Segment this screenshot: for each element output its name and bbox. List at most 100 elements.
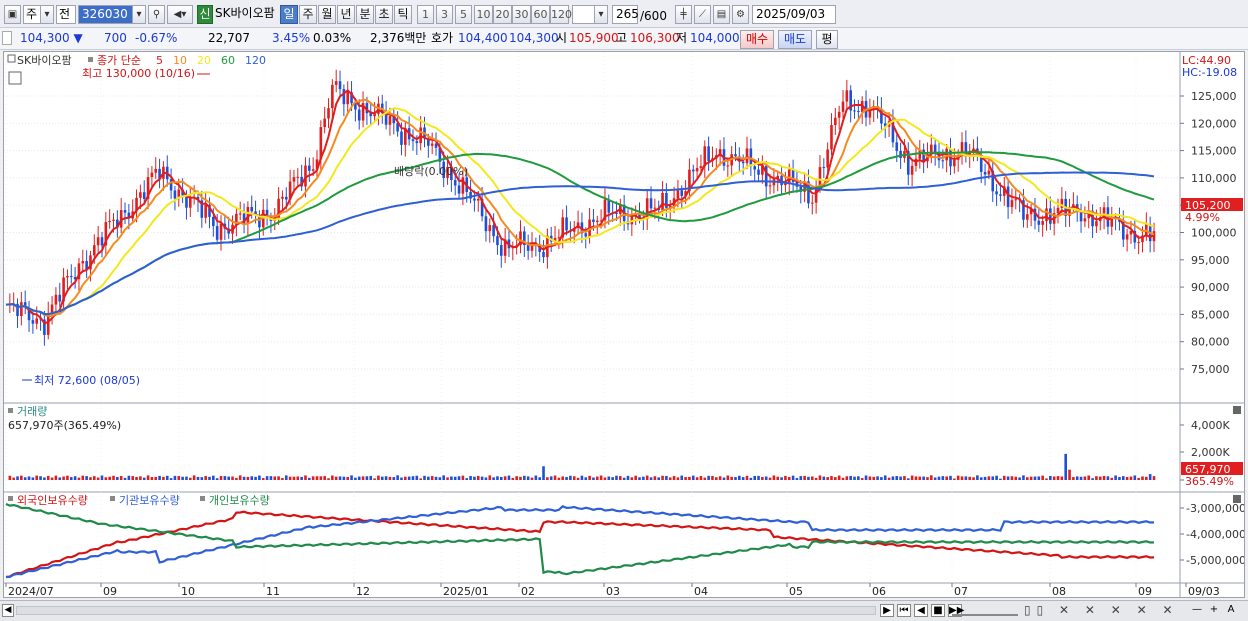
date-input[interactable]: 2025/09/03 — [752, 5, 836, 24]
tool-icons[interactable]: ▯▯ ✕ ✕ ✕ ✕ ✕ — [1024, 603, 1179, 617]
period-button-0[interactable]: 일 — [280, 5, 298, 24]
ma-line-5 — [5, 88, 1155, 325]
bottom-control-7[interactable]: A — [1224, 604, 1238, 617]
code-dropdown-chevron-icon[interactable]: ▾ — [132, 5, 146, 24]
period-button-6[interactable]: 틱 — [394, 5, 412, 24]
quote-price: 104,300 ▼ — [20, 31, 83, 46]
chevron-down-icon[interactable]: ▾ — [40, 5, 54, 24]
volume-close-icon[interactable] — [1233, 406, 1241, 414]
candle-body — [1010, 200, 1014, 208]
volume-bar — [784, 475, 787, 480]
zoom-slider[interactable] — [952, 605, 1018, 616]
volume-bar — [96, 477, 100, 480]
volume-bar — [557, 477, 561, 480]
quote-bar: 104,300 ▼ 700 -0.67% 22,707 3.45% 0.03% … — [0, 28, 1248, 50]
quote-lock-icon[interactable] — [2, 31, 12, 45]
interval-button-1[interactable]: 3 — [436, 5, 453, 24]
volume-bar — [649, 477, 653, 480]
count-input[interactable]: 265 — [612, 5, 639, 24]
candle-body — [484, 216, 488, 232]
holdings-legend-0: 외국인보유수량 — [17, 494, 88, 507]
volume-bar — [791, 475, 795, 480]
volume-bar — [430, 476, 434, 480]
bottom-scroll-bar[interactable]: ◀ ▶ ⏮ ◀ ■ ▶▶ — + A ▯▯ ✕ ✕ ✕ ✕ ✕ — [0, 600, 1248, 621]
period-button-2[interactable]: 월 — [318, 5, 336, 24]
candle-body — [691, 169, 695, 172]
candle-body — [219, 223, 223, 240]
interval-button-6[interactable]: 60 — [531, 5, 550, 24]
candle-type-icon[interactable]: ╪ — [675, 5, 692, 24]
quote-high: 106,300 — [630, 31, 680, 45]
volume-bar — [89, 477, 92, 480]
bottom-control-5[interactable]: — — [1190, 604, 1204, 617]
speaker-icon[interactable]: ◀▾ — [167, 5, 193, 24]
period-button-4[interactable]: 분 — [356, 5, 374, 24]
stock-code-input[interactable]: 326030 — [78, 5, 135, 24]
candle-body — [476, 198, 480, 201]
volume-bar — [1056, 476, 1060, 480]
volume-bar — [1152, 476, 1156, 480]
period-button-1[interactable]: 주 — [299, 5, 317, 24]
volume-bar — [987, 476, 991, 480]
volume-bar — [357, 476, 361, 480]
interval-chevron-icon[interactable]: ▾ — [594, 5, 608, 24]
bottom-control-6[interactable]: + — [1207, 604, 1221, 617]
candle-body — [1041, 221, 1044, 225]
interval-button-3[interactable]: 10 — [474, 5, 493, 24]
volume-bar — [960, 476, 964, 480]
quote-open: 105,900 — [569, 31, 619, 45]
buy-button[interactable]: 매수 — [740, 30, 774, 49]
x-tick-label: 05 — [789, 585, 803, 597]
scroll-track[interactable] — [16, 606, 876, 615]
candle-body — [814, 187, 818, 203]
sell-button[interactable]: 매도 — [778, 30, 812, 49]
bottom-control-1[interactable]: ⏮ — [897, 604, 911, 617]
volume-bar — [523, 475, 526, 480]
interval-button-4[interactable]: 20 — [493, 5, 512, 24]
bottom-control-0[interactable]: ▶ — [880, 604, 894, 617]
search-icon[interactable]: ⚲ — [148, 5, 165, 24]
eval-button[interactable]: 평 — [816, 30, 838, 49]
candle-body — [707, 146, 710, 162]
volume-bar — [814, 477, 818, 480]
bottom-control-3[interactable]: ■ — [931, 604, 945, 617]
candle-body — [757, 169, 760, 175]
stock-code-value: 326030 — [82, 7, 128, 21]
volume-bar — [442, 475, 445, 480]
interval-button-7[interactable]: 120 — [550, 5, 572, 24]
period-button-5[interactable]: 초 — [375, 5, 393, 24]
volume-bar — [995, 475, 998, 480]
window-menu-icon[interactable]: ▣ — [4, 5, 21, 24]
candle-body — [212, 216, 215, 227]
candle-body — [695, 168, 699, 172]
volume-bar — [883, 475, 887, 480]
volume-bar — [642, 476, 645, 480]
bottom-control-2[interactable]: ◀ — [914, 604, 928, 617]
mode-prev-field[interactable]: 전 — [56, 5, 76, 24]
chart-area[interactable]: 125,000120,000115,000110,000105,000100,0… — [3, 51, 1245, 598]
last-price-pct: 4.99% — [1185, 211, 1220, 224]
candle-body — [142, 192, 146, 199]
candle-body — [853, 110, 856, 112]
volume-bar — [680, 475, 684, 480]
volume-bar — [953, 478, 956, 480]
period-button-3[interactable]: 년 — [337, 5, 355, 24]
interval-button-2[interactable]: 5 — [455, 5, 472, 24]
interval-button-5[interactable]: 30 — [512, 5, 531, 24]
candle-body — [1037, 220, 1041, 225]
candle-body — [331, 84, 334, 109]
gear-icon[interactable]: ⚙ — [732, 5, 749, 24]
table-toggle-icon[interactable] — [8, 71, 22, 85]
legend-box-icon — [7, 54, 16, 63]
volume-bar — [35, 475, 39, 480]
volume-bar — [768, 477, 772, 480]
legend-stock-name: SK바이오팜 — [17, 54, 72, 67]
volume-bar — [338, 476, 342, 480]
draw-tool-icon[interactable]: ⟋ — [694, 5, 711, 24]
scroll-left-icon[interactable]: ◀ — [2, 604, 14, 617]
volume-bar — [930, 475, 933, 480]
interval-button-0[interactable]: 1 — [417, 5, 434, 24]
holdings-close-icon[interactable] — [1233, 495, 1241, 503]
y-tick-label: 120,000 — [1191, 117, 1237, 130]
save-icon[interactable]: ▤ — [713, 5, 730, 24]
